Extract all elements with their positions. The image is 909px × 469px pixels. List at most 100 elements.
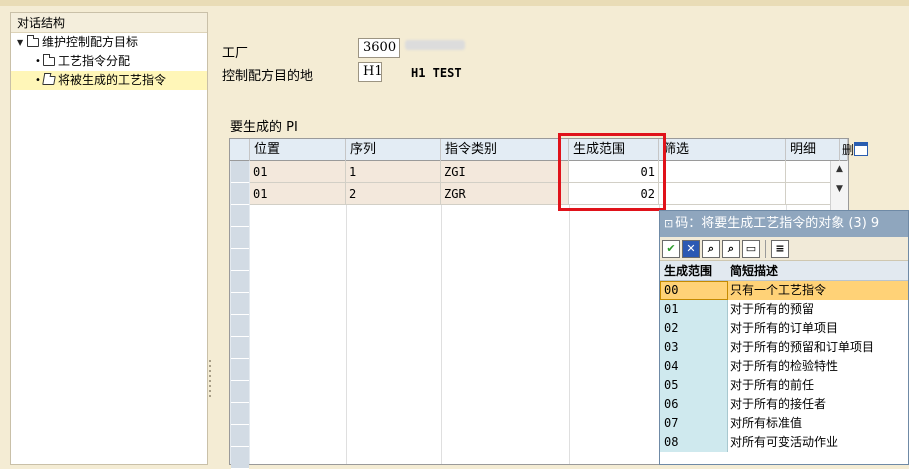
row-selector[interactable] [231, 403, 249, 425]
cell-filter[interactable] [659, 183, 786, 205]
tree-item-maintain-target[interactable]: ▼ 维护控制配方目标 [11, 33, 207, 52]
popup-title-bar[interactable]: ⊡ 码：将要生成工艺指令的对象 (3) 9 [660, 211, 908, 237]
top-band [0, 0, 909, 6]
popup-list-item[interactable]: 04 对于所有的检验特性 [660, 357, 908, 376]
popup-list-item[interactable]: 07 对所有标准值 [660, 414, 908, 433]
tree-item-label: 维护控制配方目标 [42, 35, 139, 49]
scroll-down-icon[interactable]: ▼ [831, 181, 848, 197]
cell-category[interactable]: ZGI [441, 161, 569, 183]
tree-title: 对话结构 [11, 13, 207, 33]
row-selector[interactable] [231, 183, 249, 205]
sort-icon[interactable]: ≡ [771, 239, 789, 258]
bullet-icon: • [35, 75, 41, 86]
table-settings-icon-wrap: 删 [840, 139, 868, 161]
tree-item-pi-to-generate[interactable]: • 将被生成的工艺指令 [11, 71, 207, 90]
item-desc: 对于所有的预留和订单项目 [730, 340, 875, 354]
row-selector[interactable] [231, 227, 249, 249]
column-header-category[interactable]: 指令类别 [441, 139, 569, 161]
popup-window-icon: ⊡ [664, 217, 674, 230]
row-selector[interactable] [231, 315, 249, 337]
column-header-position[interactable]: 位置 [250, 139, 346, 161]
bullet-icon: • [35, 56, 41, 67]
cell-position[interactable]: 01 [250, 161, 346, 183]
table-title: 要生成的 PI [230, 120, 298, 135]
cell-position[interactable]: 01 [250, 183, 346, 205]
popup-col-desc[interactable]: 简短描述 [728, 261, 778, 280]
destination-label: 控制配方目的地 [222, 69, 314, 84]
popup-list-item[interactable]: 00 只有一个工艺指令 [660, 281, 908, 300]
popup-list-item[interactable]: 06 对于所有的接任者 [660, 395, 908, 414]
item-desc: 只有一个工艺指令 [728, 281, 908, 300]
row-selector[interactable] [231, 249, 249, 271]
popup-table-header: 生成范围 简短描述 [660, 261, 908, 281]
tree-item-label: 将被生成的工艺指令 [58, 73, 167, 87]
row-selector[interactable] [231, 359, 249, 381]
highlight-box [558, 133, 666, 211]
grid-line [346, 161, 347, 464]
plant-label: 工厂 [222, 46, 249, 61]
item-desc: 对于所有的订单项目 [730, 321, 839, 335]
cell-sequence[interactable]: 1 [346, 161, 441, 183]
destination-field[interactable]: H1 [358, 62, 383, 82]
item-desc: 对所有可变活动作业 [730, 435, 839, 449]
panel-splitter[interactable] [209, 360, 212, 400]
item-code: 07 [660, 414, 728, 433]
column-header-sequence[interactable]: 序列 [346, 139, 441, 161]
grid-line [441, 161, 442, 464]
value-help-popup: ⊡ 码：将要生成工艺指令的对象 (3) 9 ✔ ✕ ⌕ ⌕ ▭ ≡ 生成范围 简短… [659, 210, 909, 465]
scroll-up-icon[interactable]: ▲ [831, 161, 848, 177]
popup-list-item[interactable]: 02 对于所有的订单项目 [660, 319, 908, 338]
popup-list-item[interactable]: 03 对于所有的预留和订单项目 [660, 338, 908, 357]
folder-icon [27, 35, 39, 47]
row-selector[interactable] [231, 293, 249, 315]
popup-list-item[interactable]: 05 对于所有的前任 [660, 376, 908, 395]
item-desc: 对于所有的检验特性 [730, 359, 839, 373]
column-header-detail[interactable]: 明细 [786, 139, 840, 161]
item-code: 00 [660, 281, 728, 300]
tree-item-pi-assignment[interactable]: • 工艺指令分配 [11, 52, 207, 71]
row-selector[interactable] [231, 161, 249, 183]
item-code: 02 [660, 319, 728, 338]
row-selector[interactable] [231, 381, 249, 403]
expand-triangle-icon[interactable]: ▼ [17, 33, 27, 52]
row-selector[interactable] [231, 271, 249, 293]
print-icon[interactable]: ▭ [742, 239, 760, 258]
row-selector[interactable] [231, 447, 249, 469]
toolbar-separator [765, 239, 766, 258]
popup-col-scope[interactable]: 生成范围 [660, 261, 728, 280]
item-code: 03 [660, 338, 728, 357]
popup-title: 码：将要生成工艺指令的对象 (3) 9 [675, 216, 880, 231]
plant-field[interactable]: 3600 [358, 38, 400, 58]
popup-list-item[interactable]: 01 对于所有的预留 [660, 300, 908, 319]
cell-category[interactable]: ZGR [441, 183, 569, 205]
destination-description: H1 TEST [411, 66, 462, 80]
table-settings-icon[interactable] [854, 142, 868, 156]
item-code: 08 [660, 433, 728, 452]
popup-list-item[interactable]: 08 对所有可变活动作业 [660, 433, 908, 452]
find-binoculars-icon[interactable]: ⌕ [702, 239, 720, 258]
select-all-corner[interactable] [230, 139, 250, 161]
item-code: 06 [660, 395, 728, 414]
row-selector[interactable] [231, 205, 249, 227]
delete-column-label: 删 [842, 143, 855, 157]
table-header: 位置 序列 指令类别 生成范围 筛选 明细 [230, 139, 848, 161]
item-code: 04 [660, 357, 728, 376]
plant-description-redacted [405, 40, 465, 50]
popup-toolbar: ✔ ✕ ⌕ ⌕ ▭ ≡ [660, 237, 908, 261]
folder-icon [43, 54, 55, 66]
cancel-x-icon[interactable]: ✕ [682, 239, 700, 258]
item-desc: 对于所有的预留 [730, 302, 815, 316]
row-selector[interactable] [231, 337, 249, 359]
cell-filter[interactable] [659, 161, 786, 183]
column-header-filter[interactable]: 筛选 [659, 139, 786, 161]
tree-item-label: 工艺指令分配 [58, 54, 131, 68]
confirm-check-icon[interactable]: ✔ [662, 239, 680, 258]
item-desc: 对于所有的接任者 [730, 397, 827, 411]
cell-sequence[interactable]: 2 [346, 183, 441, 205]
item-desc: 对所有标准值 [730, 416, 803, 430]
find-next-icon[interactable]: ⌕ [722, 239, 740, 258]
item-desc: 对于所有的前任 [730, 378, 815, 392]
row-selector[interactable] [231, 425, 249, 447]
item-code: 05 [660, 376, 728, 395]
dialog-structure-tree: 对话结构 ▼ 维护控制配方目标 • 工艺指令分配 • 将被生成的工艺指令 [10, 12, 208, 465]
